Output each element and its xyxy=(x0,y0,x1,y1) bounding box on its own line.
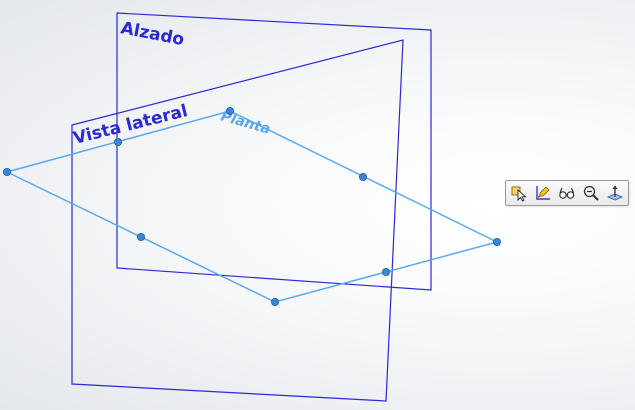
plane-handle-corner[interactable] xyxy=(225,107,234,116)
context-toolbar xyxy=(505,180,629,206)
zoom-to-selection-button[interactable] xyxy=(581,183,601,203)
select-other-button[interactable] xyxy=(509,183,529,203)
hide-show-button[interactable] xyxy=(557,183,577,203)
plane-handle-edge[interactable] xyxy=(114,137,123,146)
select-other-icon xyxy=(511,186,527,202)
normal-to-button[interactable] xyxy=(605,183,625,203)
edit-sketch-icon xyxy=(536,186,550,200)
front-plane-label: Alzado xyxy=(119,18,186,50)
graphics-area[interactable]: Alzado Vista lateral Planta xyxy=(0,0,635,410)
plane-handle-edge[interactable] xyxy=(381,267,390,276)
normal-to-icon xyxy=(606,185,624,201)
plane-handle-edge[interactable] xyxy=(136,232,145,241)
right-plane-label: Vista lateral xyxy=(71,101,189,149)
zoom-to-selection-icon xyxy=(583,185,599,201)
plane-handle-edge[interactable] xyxy=(358,172,367,181)
right-plane[interactable] xyxy=(71,39,404,402)
edit-sketch-button[interactable] xyxy=(533,183,553,203)
plane-handle-corner[interactable] xyxy=(270,297,279,306)
plane-handle-corner[interactable] xyxy=(3,167,11,176)
plane-handle-corner[interactable] xyxy=(492,237,501,246)
hide-show-icon xyxy=(559,187,575,199)
